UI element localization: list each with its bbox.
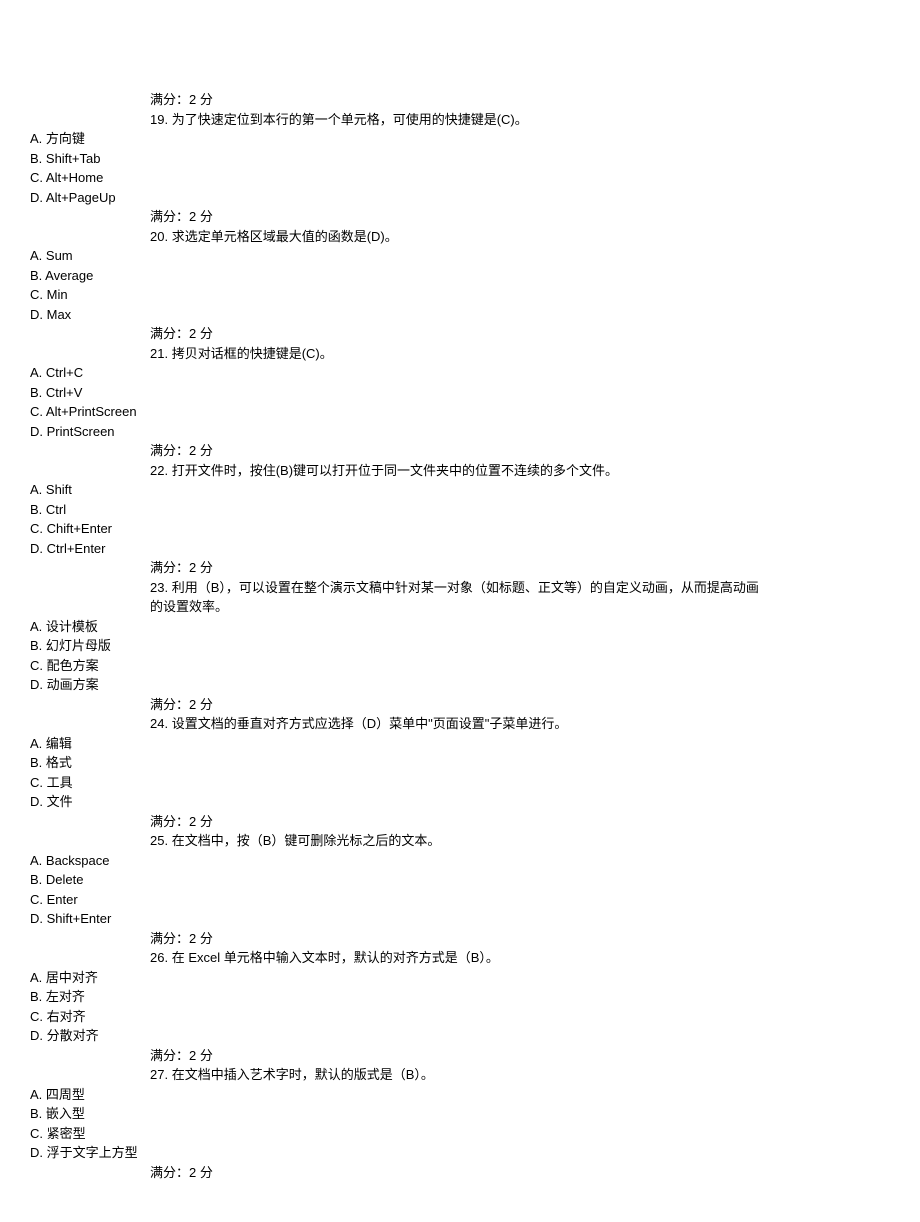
question-number: 21. bbox=[150, 346, 168, 361]
question-text: 在文档中，按（B）键可删除光标之后的文本。 bbox=[172, 833, 441, 848]
score-line-23: 满分：2 分 bbox=[150, 695, 890, 715]
question-text: 在 Excel 单元格中输入文本时，默认的对齐方式是（B）。 bbox=[172, 950, 499, 965]
option-25-d: D. Shift+Enter bbox=[30, 909, 890, 929]
question-number: 20. bbox=[150, 229, 168, 244]
question-text: 求选定单元格区域最大值的函数是(D)。 bbox=[172, 229, 398, 244]
question-20: 20. 求选定单元格区域最大值的函数是(D)。 bbox=[150, 227, 890, 247]
question-27: 27. 在文档中插入艺术字时，默认的版式是（B）。 bbox=[150, 1065, 890, 1085]
option-19-c: C. Alt+Home bbox=[30, 168, 890, 188]
option-21-b: B. Ctrl+V bbox=[30, 383, 890, 403]
question-22: 22. 打开文件时，按住(B)键可以打开位于同一文件夹中的位置不连续的多个文件。 bbox=[150, 461, 890, 481]
option-21-c: C. Alt+PrintScreen bbox=[30, 402, 890, 422]
score-line-25: 满分：2 分 bbox=[150, 929, 890, 949]
question-19: 19. 为了快速定位到本行的第一个单元格，可使用的快捷键是(C)。 bbox=[150, 110, 890, 130]
question-23-cont: 的设置效率。 bbox=[150, 597, 890, 617]
option-19-d: D. Alt+PageUp bbox=[30, 188, 890, 208]
option-27-c: C. 紧密型 bbox=[30, 1124, 890, 1144]
question-text: 在文档中插入艺术字时，默认的版式是（B）。 bbox=[172, 1067, 434, 1082]
question-text: 利用（B），可以设置在整个演示文稿中针对某一对象（如标题、正文等）的自定义动画，… bbox=[172, 580, 759, 595]
option-22-d: D. Ctrl+Enter bbox=[30, 539, 890, 559]
option-27-d: D. 浮于文字上方型 bbox=[30, 1143, 890, 1163]
score-line-before-19: 满分：2 分 bbox=[150, 90, 890, 110]
question-number: 22. bbox=[150, 463, 168, 478]
option-22-a: A. Shift bbox=[30, 480, 890, 500]
option-25-b: B. Delete bbox=[30, 870, 890, 890]
option-26-d: D. 分散对齐 bbox=[30, 1026, 890, 1046]
question-24: 24. 设置文档的垂直对齐方式应选择（D）菜单中"页面设置"子菜单进行。 bbox=[150, 714, 890, 734]
question-number: 23. bbox=[150, 580, 168, 595]
option-20-c: C. Min bbox=[30, 285, 890, 305]
option-26-a: A. 居中对齐 bbox=[30, 968, 890, 988]
question-text: 设置文档的垂直对齐方式应选择（D）菜单中"页面设置"子菜单进行。 bbox=[172, 716, 568, 731]
question-text: 拷贝对话框的快捷键是(C)。 bbox=[172, 346, 333, 361]
option-20-a: A. Sum bbox=[30, 246, 890, 266]
score-line-26: 满分：2 分 bbox=[150, 1046, 890, 1066]
option-27-a: A. 四周型 bbox=[30, 1085, 890, 1105]
option-23-b: B. 幻灯片母版 bbox=[30, 636, 890, 656]
score-line-27: 满分：2 分 bbox=[150, 1163, 890, 1183]
question-23: 23. 利用（B），可以设置在整个演示文稿中针对某一对象（如标题、正文等）的自定… bbox=[150, 578, 890, 598]
question-26: 26. 在 Excel 单元格中输入文本时，默认的对齐方式是（B）。 bbox=[150, 948, 890, 968]
score-line-22: 满分：2 分 bbox=[150, 558, 890, 578]
option-24-d: D. 文件 bbox=[30, 792, 890, 812]
option-23-a: A. 设计模板 bbox=[30, 617, 890, 637]
question-number: 26. bbox=[150, 950, 168, 965]
option-19-a: A. 方向键 bbox=[30, 129, 890, 149]
score-line-19: 满分：2 分 bbox=[150, 207, 890, 227]
question-21: 21. 拷贝对话框的快捷键是(C)。 bbox=[150, 344, 890, 364]
option-21-d: D. PrintScreen bbox=[30, 422, 890, 442]
question-number: 19. bbox=[150, 112, 168, 127]
option-27-b: B. 嵌入型 bbox=[30, 1104, 890, 1124]
option-21-a: A. Ctrl+C bbox=[30, 363, 890, 383]
option-26-c: C. 右对齐 bbox=[30, 1007, 890, 1027]
score-line-21: 满分：2 分 bbox=[150, 441, 890, 461]
option-22-b: B. Ctrl bbox=[30, 500, 890, 520]
question-number: 24. bbox=[150, 716, 168, 731]
option-24-c: C. 工具 bbox=[30, 773, 890, 793]
option-25-a: A. Backspace bbox=[30, 851, 890, 871]
score-line-24: 满分：2 分 bbox=[150, 812, 890, 832]
option-24-b: B. 格式 bbox=[30, 753, 890, 773]
question-text: 为了快速定位到本行的第一个单元格，可使用的快捷键是(C)。 bbox=[172, 112, 528, 127]
option-22-c: C. Chift+Enter bbox=[30, 519, 890, 539]
option-23-d: D. 动画方案 bbox=[30, 675, 890, 695]
option-20-b: B. Average bbox=[30, 266, 890, 286]
option-25-c: C. Enter bbox=[30, 890, 890, 910]
option-20-d: D. Max bbox=[30, 305, 890, 325]
option-19-b: B. Shift+Tab bbox=[30, 149, 890, 169]
question-number: 27. bbox=[150, 1067, 168, 1082]
question-text: 打开文件时，按住(B)键可以打开位于同一文件夹中的位置不连续的多个文件。 bbox=[172, 463, 618, 478]
question-25: 25. 在文档中，按（B）键可删除光标之后的文本。 bbox=[150, 831, 890, 851]
question-number: 25. bbox=[150, 833, 168, 848]
score-line-20: 满分：2 分 bbox=[150, 324, 890, 344]
option-23-c: C. 配色方案 bbox=[30, 656, 890, 676]
option-26-b: B. 左对齐 bbox=[30, 987, 890, 1007]
option-24-a: A. 编辑 bbox=[30, 734, 890, 754]
